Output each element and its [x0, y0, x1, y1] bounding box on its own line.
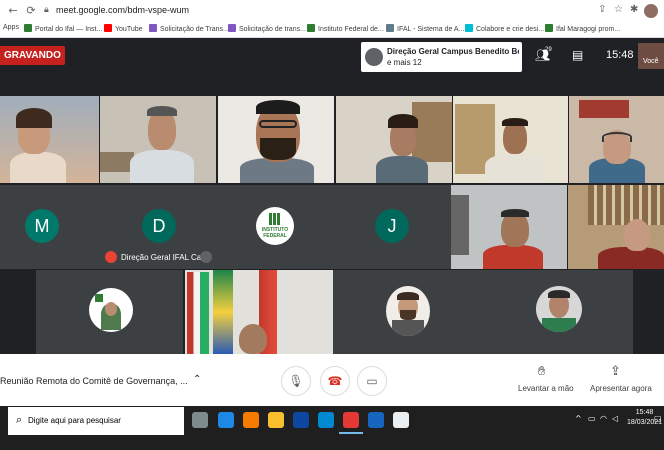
participant-tile[interactable]: [36, 270, 183, 354]
vlc-icon[interactable]: [243, 412, 259, 428]
end-call-button[interactable]: ☎︎: [320, 366, 350, 396]
task-view-icon[interactable]: [192, 412, 208, 428]
presenter-avatar: [365, 48, 383, 66]
avatar: [536, 286, 582, 332]
windows-taskbar: ⌕ Digite aqui para pesquisar ^ ▭ ◠ ◁ 15:…: [0, 406, 664, 450]
address-row: ← ⟳ 🔒︎ meet.google.com/bdm-vspe-wum ⇪ ☆ …: [0, 2, 664, 20]
browser-chrome: ← ⟳ 🔒︎ meet.google.com/bdm-vspe-wum ⇪ ☆ …: [0, 0, 664, 38]
participant-tile[interactable]: [100, 96, 216, 183]
participant-tile[interactable]: [185, 270, 333, 354]
photos-icon[interactable]: [368, 412, 384, 428]
address-bar[interactable]: meet.google.com/bdm-vspe-wum: [56, 5, 189, 15]
share-icon[interactable]: ⇪: [598, 4, 606, 15]
meeting-clock: 15:48: [606, 49, 634, 61]
meeting-title[interactable]: Reunião Remota do Comitê de Governança, …: [0, 376, 188, 386]
participant-tile[interactable]: [333, 270, 481, 354]
avatar: M: [25, 209, 59, 243]
bookmark-item[interactable]: Solicitação de Trans...: [149, 24, 229, 33]
notepad-icon[interactable]: [393, 412, 409, 428]
mic-icon: 🎙︎: [288, 374, 304, 388]
participant-tile-d[interactable]: D Direção Geral IFAL Ca...: [100, 185, 217, 269]
participant-tile[interactable]: [481, 270, 633, 354]
avatar: [89, 288, 133, 332]
raise-hand-icon[interactable]: ✋︎: [538, 364, 545, 379]
avatar: [386, 286, 430, 336]
bookmark-item[interactable]: Portal do Ifal — Inst...: [24, 24, 102, 33]
bookmark-item[interactable]: YouTube: [104, 24, 143, 33]
bookmark-item[interactable]: Solicitação de trans...: [228, 24, 306, 33]
edge-icon[interactable]: [318, 412, 334, 428]
participant-tile-logo[interactable]: INSTITUTO FEDERAL: [217, 185, 334, 269]
bookmark-item[interactable]: Ifal Maragogi prom...: [545, 24, 620, 33]
store-icon[interactable]: [293, 412, 309, 428]
participant-tile[interactable]: [0, 96, 99, 183]
participant-tile[interactable]: [336, 96, 452, 183]
meeting-control-bar: Reunião Remota do Comitê de Governança, …: [0, 354, 664, 406]
presenter-more: e mais 12: [387, 58, 422, 67]
participant-tile[interactable]: [218, 96, 334, 183]
present-icon[interactable]: ⇪: [610, 364, 621, 379]
presenter-card[interactable]: Direção Geral Campus Benedito Be... e ma…: [361, 42, 522, 72]
mic-muted-icon: [105, 251, 117, 263]
network-icon[interactable]: ◠: [600, 414, 607, 423]
chevron-up-icon[interactable]: ⌃: [193, 374, 201, 385]
bookmark-item[interactable]: Colabore e crie desi...: [465, 24, 544, 33]
battery-icon[interactable]: ▭: [588, 414, 596, 423]
volume-icon[interactable]: ◁: [612, 414, 618, 423]
participant-tile-j[interactable]: J: [334, 185, 451, 269]
notifications-icon[interactable]: ▢: [654, 414, 662, 423]
meet-top-bar: GRAVANDO Direção Geral Campus Benedito B…: [0, 38, 664, 96]
edge-legacy-icon[interactable]: [218, 412, 234, 428]
reload-icon[interactable]: ⟳: [24, 4, 38, 18]
bookmark-item[interactable]: IFAL - Sistema de A...: [386, 24, 464, 33]
raise-hand-label[interactable]: Levantar a mão: [518, 384, 574, 393]
mic-button[interactable]: 🎙︎: [281, 366, 311, 396]
participant-tile[interactable]: [568, 185, 664, 269]
recording-badge: GRAVANDO: [0, 46, 65, 65]
back-icon[interactable]: ←: [6, 4, 20, 18]
avatar: D: [142, 209, 176, 243]
participant-tile-m[interactable]: M: [0, 185, 100, 269]
file-explorer-icon[interactable]: [268, 412, 284, 428]
more-options-icon[interactable]: [200, 251, 212, 263]
participant-tile[interactable]: [569, 96, 664, 183]
self-label: Você: [643, 58, 659, 65]
participant-tile[interactable]: [451, 185, 567, 269]
camera-icon: ▭: [366, 374, 378, 388]
present-now-label[interactable]: Apresentar agora: [590, 384, 652, 393]
bookmark-item[interactable]: Apps: [3, 24, 19, 31]
presenter-name: Direção Geral Campus Benedito Be...: [387, 47, 519, 56]
chrome-icon[interactable]: [339, 412, 363, 434]
lock-icon[interactable]: 🔒︎: [44, 5, 49, 15]
camera-button[interactable]: ▭: [357, 366, 387, 396]
search-icon: ⌕: [16, 413, 23, 426]
extensions-icon[interactable]: ✱: [630, 4, 638, 15]
bookmarks-bar: Apps Portal do Ifal — Inst... YouTube So…: [0, 22, 664, 37]
participant-count: 29: [545, 47, 552, 53]
chat-icon[interactable]: ▤: [572, 48, 583, 62]
search-placeholder: Digite aqui para pesquisar: [28, 416, 121, 425]
bookmark-item[interactable]: Instituto Federal de...: [307, 24, 384, 33]
avatar: J: [375, 209, 409, 243]
end-call-icon: ☎︎: [327, 374, 343, 388]
institution-logo: INSTITUTO FEDERAL: [256, 207, 294, 245]
self-video-tile[interactable]: [638, 43, 664, 69]
participant-tile[interactable]: [453, 96, 568, 183]
participant-name: Direção Geral IFAL Ca...: [121, 253, 208, 262]
taskbar-search[interactable]: ⌕ Digite aqui para pesquisar: [8, 407, 184, 435]
star-icon[interactable]: ☆: [614, 4, 623, 15]
profile-avatar[interactable]: [644, 4, 658, 18]
tray-chevron-icon[interactable]: ^: [575, 414, 582, 423]
